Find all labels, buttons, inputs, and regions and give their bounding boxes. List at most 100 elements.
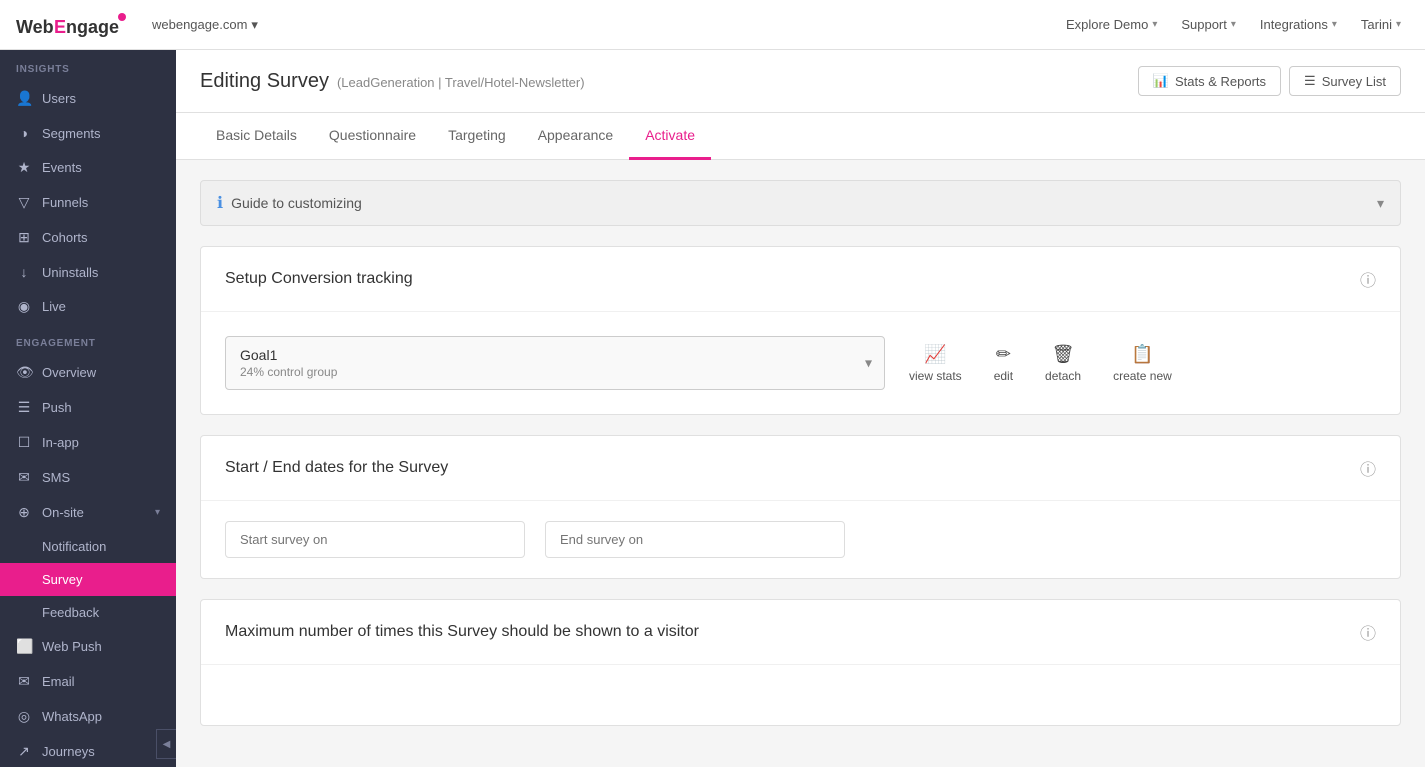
end-survey-input[interactable] [545,521,845,558]
sidebar-item-push[interactable]: ☰ Push [0,390,176,425]
funnels-icon: ▽ [16,194,32,211]
sidebar-label-whatsapp: WhatsApp [42,709,102,724]
goal-select-arrow-icon: ▾ [865,355,872,372]
tab-appearance[interactable]: Appearance [522,113,630,160]
integrations-chevron: ▾ [1332,19,1337,30]
guide-bar[interactable]: ℹ Guide to customizing ▾ [200,180,1401,226]
page-title-group: Editing Survey (LeadGeneration | Travel/… [200,70,585,93]
sidebar-item-cohorts[interactable]: ⊞ Cohorts [0,220,176,255]
page-header: Editing Survey (LeadGeneration | Travel/… [176,50,1425,113]
sidebar-label-on-site: On-site [42,505,84,520]
conversion-tracking-card: Setup Conversion tracking ⓘ Goal1 24% co… [200,246,1401,415]
date-row [201,501,1400,578]
sidebar-item-survey[interactable]: Survey [0,563,176,596]
sidebar-item-feedback[interactable]: Feedback [0,596,176,629]
start-survey-input[interactable] [225,521,525,558]
sidebar-item-overview[interactable]: 👁 Overview [0,355,176,390]
svg-text:ngage: ngage [66,17,119,37]
support-btn[interactable]: Support ▾ [1173,13,1244,36]
header-actions: 📊 Stats & Reports ☰ Survey List [1138,66,1401,96]
email-icon: ✉ [16,673,32,690]
stats-reports-label: Stats & Reports [1175,74,1266,89]
sidebar-label-sms: SMS [42,470,70,485]
guide-bar-label: Guide to customizing [231,195,362,211]
stats-reports-button[interactable]: 📊 Stats & Reports [1138,66,1281,96]
sidebar-label-segments: Segments [42,126,101,141]
in-app-icon: ☐ [16,434,32,451]
detach-goal-label: detach [1045,369,1081,383]
push-icon: ☰ [16,399,32,416]
detach-goal-icon: 🗑 [1052,344,1075,365]
sidebar-item-segments[interactable]: ◑ Segments [0,116,176,150]
max-times-info-btn[interactable]: ⓘ [1360,620,1376,644]
sidebar-item-funnels[interactable]: ▽ Funnels [0,185,176,220]
goal-select-dropdown[interactable]: Goal1 24% control group ▾ [225,336,885,390]
sidebar-label-uninstalls: Uninstalls [42,265,98,280]
tab-activate[interactable]: Activate [629,113,711,160]
max-times-title: Maximum number of times this Survey shou… [225,623,699,641]
sidebar-label-live: Live [42,299,66,314]
guide-bar-chevron: ▾ [1377,195,1384,212]
overview-icon: 👁 [16,364,32,381]
detach-goal-btn[interactable]: 🗑 detach [1045,344,1081,383]
svg-text:E: E [54,17,66,37]
sidebar-label-in-app: In-app [42,435,79,450]
edit-goal-label: edit [994,369,1013,383]
segments-icon: ◑ [16,125,32,141]
domain-selector[interactable]: webengage.com ▾ [152,17,258,33]
sidebar-label-overview: Overview [42,365,96,380]
tab-targeting[interactable]: Targeting [432,113,522,160]
sidebar-collapse-btn[interactable]: ◀ [156,729,176,759]
conversion-tracking-info-btn[interactable]: ⓘ [1360,267,1376,291]
tab-basic-details[interactable]: Basic Details [200,113,313,160]
app-body: INSIGHTS 👤 Users ◑ Segments ★ Events ▽ F… [0,50,1425,767]
sidebar-item-users[interactable]: 👤 Users [0,81,176,116]
tab-questionnaire[interactable]: Questionnaire [313,113,432,160]
goal-row: Goal1 24% control group ▾ 📈 view stats [225,336,1376,390]
create-new-label: create new [1113,369,1172,383]
max-times-header: Maximum number of times this Survey shou… [201,600,1400,665]
sidebar-item-notification[interactable]: Notification [0,530,176,563]
sidebar-item-web-push[interactable]: ⬜ Web Push [0,629,176,664]
stats-reports-icon: 📊 [1153,73,1169,89]
conversion-tracking-title: Setup Conversion tracking [225,270,413,288]
user-menu-btn[interactable]: Tarini ▾ [1353,13,1409,36]
top-nav: Web E ngage webengage.com ▾ Explore Demo… [0,0,1425,50]
edit-goal-btn[interactable]: ✏ edit [994,344,1013,383]
explore-demo-btn[interactable]: Explore Demo ▾ [1058,13,1165,36]
start-end-dates-title: Start / End dates for the Survey [225,459,448,477]
guide-info-icon: ℹ [217,193,223,213]
sms-icon: ✉ [16,469,32,486]
sidebar-item-sms[interactable]: ✉ SMS [0,460,176,495]
page-title: Editing Survey [200,70,329,93]
sidebar-item-events[interactable]: ★ Events [0,150,176,185]
sidebar-item-on-site[interactable]: ⊕ On-site [0,495,176,530]
live-icon: ◉ [16,298,32,315]
sidebar-item-in-app[interactable]: ☐ In-app [0,425,176,460]
integrations-btn[interactable]: Integrations ▾ [1252,13,1345,36]
create-new-goal-btn[interactable]: 📋 create new [1113,344,1172,383]
conversion-tracking-body: Goal1 24% control group ▾ 📈 view stats [201,312,1400,414]
sidebar-label-email: Email [42,674,75,689]
max-times-card: Maximum number of times this Survey shou… [200,599,1401,726]
guide-bar-left: ℹ Guide to customizing [217,193,362,213]
sidebar-item-email[interactable]: ✉ Email [0,664,176,699]
edit-goal-icon: ✏ [996,344,1011,365]
sidebar-item-journeys[interactable]: ↗ Journeys [0,734,176,767]
sidebar-item-whatsapp[interactable]: ◎ WhatsApp [0,699,176,734]
view-stats-btn[interactable]: 📈 view stats [909,344,962,383]
domain-text: webengage.com [152,17,247,32]
page-subtitle: (LeadGeneration | Travel/Hotel-Newslette… [337,75,585,90]
journeys-icon: ↗ [16,743,32,760]
logo: Web E ngage [16,11,136,39]
survey-list-button[interactable]: ☰ Survey List [1289,66,1401,96]
sidebar-label-web-push: Web Push [42,639,102,654]
start-end-dates-info-btn[interactable]: ⓘ [1360,456,1376,480]
sidebar-item-uninstalls[interactable]: ↓ Uninstalls [0,255,176,289]
goal-select-inner: Goal1 24% control group [226,337,884,389]
main-content: Editing Survey (LeadGeneration | Travel/… [176,50,1425,767]
sidebar-item-live[interactable]: ◉ Live [0,289,176,324]
start-end-dates-card: Start / End dates for the Survey ⓘ [200,435,1401,579]
whatsapp-icon: ◎ [16,708,32,725]
survey-list-icon: ☰ [1304,73,1316,89]
